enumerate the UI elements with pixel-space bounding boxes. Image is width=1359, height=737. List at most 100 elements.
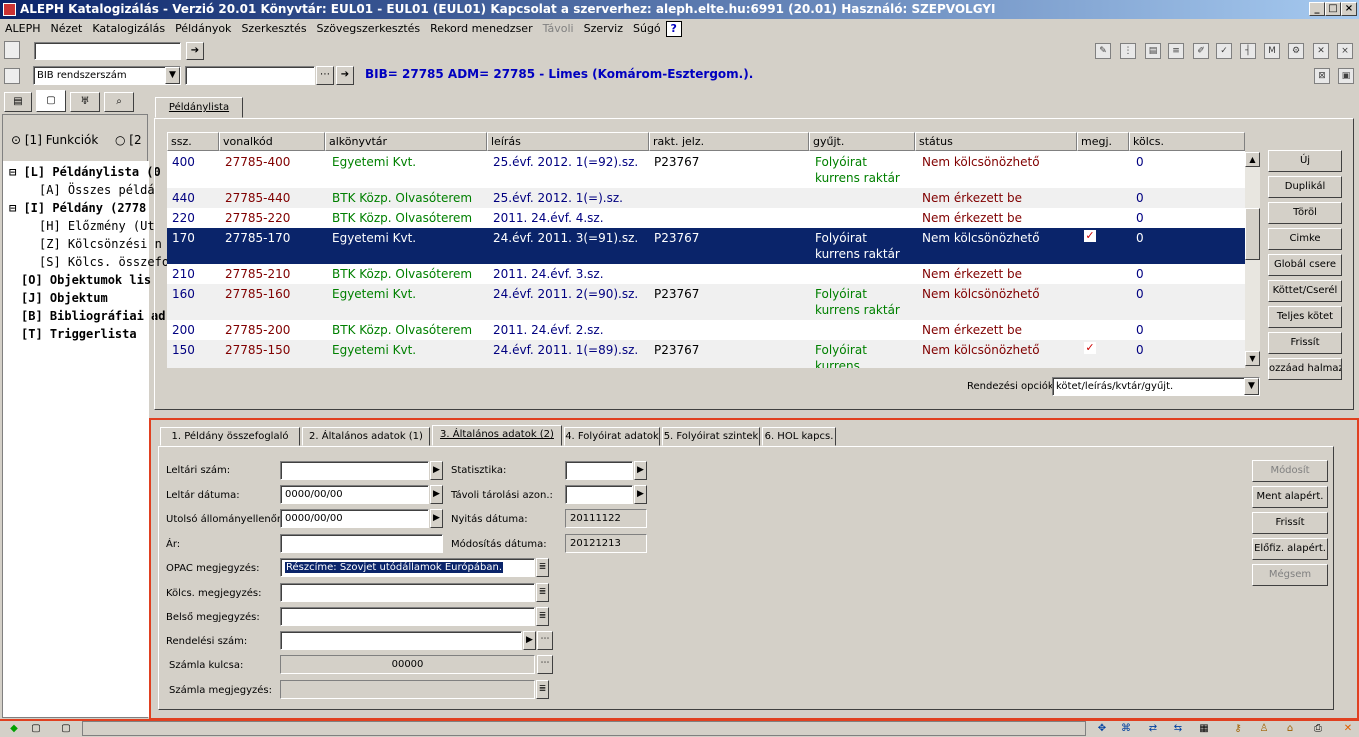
radio-funkciok[interactable]: ⊙ [1] Funkciók bbox=[11, 133, 98, 147]
col-alkonyvtar[interactable]: alkönyvtár bbox=[325, 132, 487, 151]
menu-aleph[interactable]: ALEPH bbox=[0, 19, 46, 38]
scroll-thumb[interactable] bbox=[1245, 208, 1260, 260]
cimke-button[interactable]: Cimke bbox=[1268, 228, 1342, 250]
utolso-input[interactable]: 0000/00/00 bbox=[280, 509, 429, 528]
tavoli-arrow-icon[interactable]: ▶ bbox=[634, 485, 647, 504]
tree-item-osszes[interactable]: [A] Összes példá bbox=[39, 183, 155, 197]
modosit-button[interactable]: Módosít bbox=[1252, 460, 1328, 482]
tab-peldany-osszefoglalo[interactable]: 1. Példány összefoglaló bbox=[160, 427, 300, 446]
search-go-button[interactable]: ➔ bbox=[336, 66, 354, 85]
menu-rekord-menedzser[interactable]: Rekord menedzser bbox=[425, 19, 537, 38]
table-row[interactable]: 160 27785-160 Egyetemi Kvt. 24.évf. 2011. 2… bbox=[167, 284, 1245, 320]
szamla-megj-text-icon[interactable]: ≣ bbox=[536, 680, 549, 699]
edit-icon[interactable]: ✐ bbox=[1193, 43, 1209, 59]
frissit-list-button[interactable]: Frissít bbox=[1268, 332, 1342, 354]
list-icon[interactable]: ≡ bbox=[1168, 43, 1184, 59]
col-ssz[interactable]: ssz. bbox=[167, 132, 219, 151]
key-icon[interactable]: ⚷ bbox=[1230, 722, 1246, 736]
elofiz-alapert-button[interactable]: Előfiz. alapért. bbox=[1252, 538, 1328, 560]
leltar-datuma-input[interactable]: 0000/00/00 bbox=[280, 485, 429, 504]
tree-item-kolcsonzesi[interactable]: [Z] Kölcsönzési n bbox=[39, 237, 162, 251]
minimize-button[interactable]: _ bbox=[1309, 2, 1325, 16]
col-vonalkod[interactable]: vonalkód bbox=[219, 132, 325, 151]
page-icon[interactable] bbox=[4, 41, 20, 59]
tree-icon[interactable]: ⋮ bbox=[1120, 43, 1136, 59]
doc-icon[interactable]: ▢ bbox=[28, 722, 44, 736]
tree-item-objektumok[interactable]: [O] Objektumok lis bbox=[21, 273, 151, 287]
utolso-arrow-icon[interactable]: ▶ bbox=[430, 509, 443, 528]
leltari-szam-arrow-icon[interactable]: ▶ bbox=[430, 461, 443, 480]
tab-altalanos-2[interactable]: 3. Általános adatok (2) bbox=[432, 425, 562, 446]
teljes-kotet-button[interactable]: Teljes kötet bbox=[1268, 306, 1342, 328]
nav-tab-items[interactable]: ▢ bbox=[36, 90, 66, 112]
menu-peldanyok[interactable]: Példányok bbox=[170, 19, 236, 38]
sort-select[interactable]: kötet/leírás/kvtár/gyűjt. ▼ bbox=[1052, 377, 1260, 396]
opac-text-icon[interactable]: ≣ bbox=[536, 558, 549, 577]
user-icon[interactable]: ♙ bbox=[1256, 722, 1272, 736]
hierarchy-icon[interactable]: ┤ bbox=[1240, 43, 1256, 59]
tavoli-input[interactable] bbox=[565, 485, 633, 504]
delete-icon[interactable]: ✕ bbox=[1313, 43, 1329, 59]
table-scrollbar[interactable]: ▲ ▼ bbox=[1245, 152, 1260, 366]
table-row[interactable]: 400 27785-400 Egyetemi Kvt. 25.évf. 2012. 1… bbox=[167, 152, 1245, 188]
uj-button[interactable]: Új bbox=[1268, 150, 1342, 172]
transfer-icon[interactable]: ⇆ bbox=[1170, 722, 1186, 736]
duplikal-button[interactable]: Duplikál bbox=[1268, 176, 1342, 198]
frissit-button[interactable]: Frissít bbox=[1252, 512, 1328, 534]
menu-szerkesztes[interactable]: Szerkesztés bbox=[236, 19, 311, 38]
menu-nezet[interactable]: Nézet bbox=[46, 19, 88, 38]
tree-item-kolcs-osszefog[interactable]: [S] Kölcs. összefo bbox=[39, 255, 169, 269]
copy-icon[interactable] bbox=[4, 68, 20, 84]
tree-item-bibliografiai[interactable]: [B] Bibliográfiai ad bbox=[21, 309, 166, 323]
search-type-select[interactable]: BIB rendszerszám ▼ bbox=[33, 66, 181, 85]
rendelesi-szam-input[interactable] bbox=[280, 631, 522, 650]
menu-szerviz[interactable]: Szerviz bbox=[579, 19, 628, 38]
col-status[interactable]: státus bbox=[915, 132, 1077, 151]
maximize-button[interactable]: □ bbox=[1325, 2, 1341, 16]
torol-button[interactable]: Töröl bbox=[1268, 202, 1342, 224]
chevron-down-icon[interactable]: ▼ bbox=[165, 67, 180, 84]
statisztika-arrow-icon[interactable]: ▶ bbox=[634, 461, 647, 480]
check-icon[interactable]: ✓ bbox=[1216, 43, 1232, 59]
network-icon[interactable]: ✥ bbox=[1094, 722, 1110, 736]
table-row[interactable]: 170 27785-170 Egyetemi Kvt. 24.évf. 2011. 3… bbox=[167, 228, 1245, 264]
gear-icon[interactable]: ⚙ bbox=[1288, 43, 1304, 59]
belso-megj-input[interactable] bbox=[280, 607, 535, 626]
rendelesi-browse-icon[interactable]: ⋯ bbox=[537, 631, 553, 650]
book-icon[interactable]: ▤ bbox=[1145, 43, 1161, 59]
tree-item-peldanylista[interactable]: ⊟ [L] Példánylista (0 bbox=[9, 165, 161, 179]
tab-peldanylista[interactable]: Példánylista bbox=[155, 97, 243, 118]
leltar-datuma-arrow-icon[interactable]: ▶ bbox=[430, 485, 443, 504]
megsem-button[interactable]: Mégsem bbox=[1252, 564, 1328, 586]
tab-altalanos-1[interactable]: 2. Általános adatok (1) bbox=[302, 427, 430, 446]
home-icon[interactable]: ⌂ bbox=[1282, 722, 1298, 736]
table-row[interactable]: 210 27785-210 BTK Közp. Olvasóterem 2011. 2… bbox=[167, 264, 1245, 284]
table-row[interactable]: 220 27785-220 BTK Közp. Olvasóterem 2011. 2… bbox=[167, 208, 1245, 228]
ar-input[interactable] bbox=[280, 534, 443, 553]
menu-tavoli[interactable]: Távoli bbox=[538, 19, 579, 38]
window-tile-icon[interactable]: ▣ bbox=[1338, 68, 1354, 84]
record-close-icon[interactable]: ⊠ bbox=[1314, 68, 1330, 84]
help-icon[interactable]: ? bbox=[665, 21, 682, 37]
kottet-cserel-button[interactable]: Köttet/Cserél bbox=[1268, 280, 1342, 302]
menu-szovegszerkesztes[interactable]: Szövegszerkesztés bbox=[312, 19, 426, 38]
menu-sugo[interactable]: Súgó bbox=[628, 19, 666, 38]
tree-item-elozmeny[interactable]: [H] Előzmény (Ut bbox=[39, 219, 155, 233]
tab-folyoirat-adatok[interactable]: 4. Folyóirat adatok bbox=[564, 427, 660, 446]
tab-hol-kapcs[interactable]: 6. HOL kapcs. bbox=[762, 427, 836, 446]
notes-icon[interactable]: ✎ bbox=[1095, 43, 1111, 59]
kolcs-megj-input[interactable] bbox=[280, 583, 535, 602]
col-megj[interactable]: megj. bbox=[1077, 132, 1129, 151]
leltari-szam-input[interactable] bbox=[280, 461, 429, 480]
col-leiras[interactable]: leírás bbox=[487, 132, 649, 151]
opac-input[interactable]: Részcíme: Szovjet utódállamok Európában. bbox=[280, 558, 535, 577]
table-row[interactable]: 200 27785-200 BTK Közp. Olvasóterem 2011. 2… bbox=[167, 320, 1245, 340]
close-button[interactable]: × bbox=[1341, 2, 1357, 16]
radio-2[interactable]: ○ [2 bbox=[115, 133, 142, 147]
tab-folyoirat-szintek[interactable]: 5. Folyóirat szintek bbox=[662, 427, 760, 446]
table-row[interactable]: 440 27785-440 BTK Közp. Olvasóterem 25.évf.… bbox=[167, 188, 1245, 208]
calendar-icon[interactable]: ▦ bbox=[1196, 722, 1212, 736]
nav-tab-acquisitions[interactable]: ♅ bbox=[70, 92, 100, 112]
nav-tab-catalog[interactable]: ▤ bbox=[4, 92, 32, 112]
printer-icon[interactable]: ⎙ bbox=[1310, 722, 1326, 736]
